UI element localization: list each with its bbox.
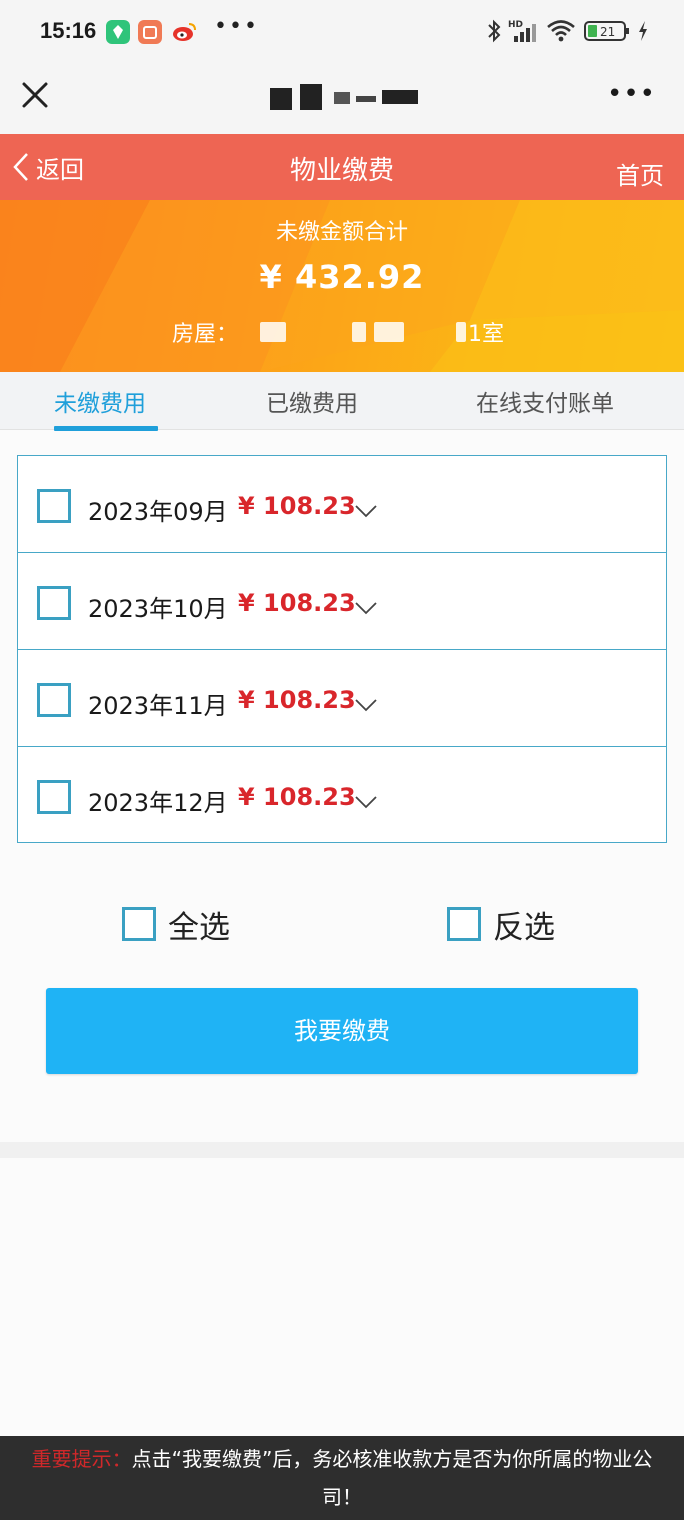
more-options-button[interactable]: ••• <box>607 81 656 107</box>
chevron-down-icon[interactable] <box>354 698 378 712</box>
house-address-redacted <box>260 322 286 342</box>
unpaid-total-amount: ¥ 432.92 <box>259 258 425 296</box>
unpaid-summary-banner: 未缴金额合计 ¥ 432.92 房屋： 1室 <box>0 200 684 372</box>
bill-month: 2023年10月 <box>88 595 228 623</box>
status-bar: 15:16 ••• HD 21 <box>0 0 684 64</box>
weibo-icon <box>172 20 196 44</box>
page-header: 返回 物业缴费 首页 <box>0 134 684 200</box>
bill-amount: ¥ 108.23 <box>238 783 356 811</box>
home-button[interactable]: 首页 <box>616 156 664 191</box>
chevron-down-icon[interactable] <box>354 504 378 518</box>
bill-row[interactable]: 2023年10月 ¥ 108.23 <box>18 553 666 650</box>
house-label: 房屋： <box>172 322 239 347</box>
bill-checkbox[interactable] <box>37 489 71 523</box>
battery-icon: 21 <box>584 21 629 41</box>
chevron-down-icon[interactable] <box>354 795 378 809</box>
house-address-redacted <box>352 322 366 342</box>
section-divider <box>0 1142 684 1158</box>
tab-unpaid[interactable]: 未缴费用 <box>54 384 146 418</box>
unpaid-total-label: 未缴金额合计 <box>275 220 408 245</box>
bill-checkbox[interactable] <box>37 586 71 620</box>
tab-paid[interactable]: 已缴费用 <box>266 384 358 418</box>
notice-text: 点击“我要缴费”后，务必核准收款方是否为你所属的物业公司！ <box>131 1447 653 1509</box>
fee-tabs: 未缴费用 已缴费用 在线支付账单 <box>0 372 684 431</box>
bill-amount: ¥ 108.23 <box>238 589 356 617</box>
chevron-down-icon[interactable] <box>354 601 378 615</box>
close-icon[interactable] <box>18 78 52 112</box>
bill-row[interactable]: 2023年09月 ¥ 108.23 <box>18 456 666 553</box>
active-tab-indicator <box>54 426 158 431</box>
bill-month: 2023年11月 <box>88 692 228 720</box>
charging-icon <box>639 21 647 41</box>
house-address-redacted <box>374 322 404 342</box>
bill-row[interactable]: 2023年11月 ¥ 108.23 <box>18 650 666 747</box>
bill-checkbox[interactable] <box>37 683 71 717</box>
house-room-suffix: 1室 <box>468 322 504 347</box>
invert-selection-checkbox[interactable] <box>447 907 481 941</box>
svg-text:21: 21 <box>600 25 615 39</box>
bill-checkbox[interactable] <box>37 780 71 814</box>
blurred-page-title <box>270 82 420 112</box>
select-all-label: 全选 <box>168 910 230 946</box>
red-app-icon <box>138 20 162 44</box>
important-notice: 重要提示：点击“我要缴费”后，务必核准收款方是否为你所属的物业公司！ <box>0 1436 684 1520</box>
bill-amount: ¥ 108.23 <box>238 686 356 714</box>
bill-amount: ¥ 108.23 <box>238 492 356 520</box>
status-indicators: HD 21 <box>486 18 656 46</box>
webview-title-bar: ••• <box>0 64 684 134</box>
svg-text:HD: HD <box>508 20 523 30</box>
status-time: 15:16 <box>40 18 97 43</box>
bill-month: 2023年09月 <box>88 498 228 526</box>
invert-selection-label: 反选 <box>493 910 555 946</box>
signal-icon: HD <box>508 20 536 42</box>
bluetooth-icon <box>488 19 501 43</box>
wifi-icon <box>547 20 575 42</box>
select-all-checkbox[interactable] <box>122 907 156 941</box>
page-title: 物业缴费 <box>289 156 394 186</box>
tab-online-bills[interactable]: 在线支付账单 <box>476 384 614 418</box>
bill-month: 2023年12月 <box>88 789 228 817</box>
notice-label: 重要提示： <box>31 1447 132 1471</box>
green-app-icon <box>106 20 130 44</box>
house-address-redacted <box>456 322 466 342</box>
pay-button[interactable]: 我要缴费 <box>46 988 638 1074</box>
bill-list: 2023年09月 ¥ 108.23 2023年10月 ¥ 108.23 2023… <box>17 455 667 843</box>
bill-row[interactable]: 2023年12月 ¥ 108.23 <box>18 747 666 844</box>
status-more-dots: ••• <box>214 14 259 39</box>
